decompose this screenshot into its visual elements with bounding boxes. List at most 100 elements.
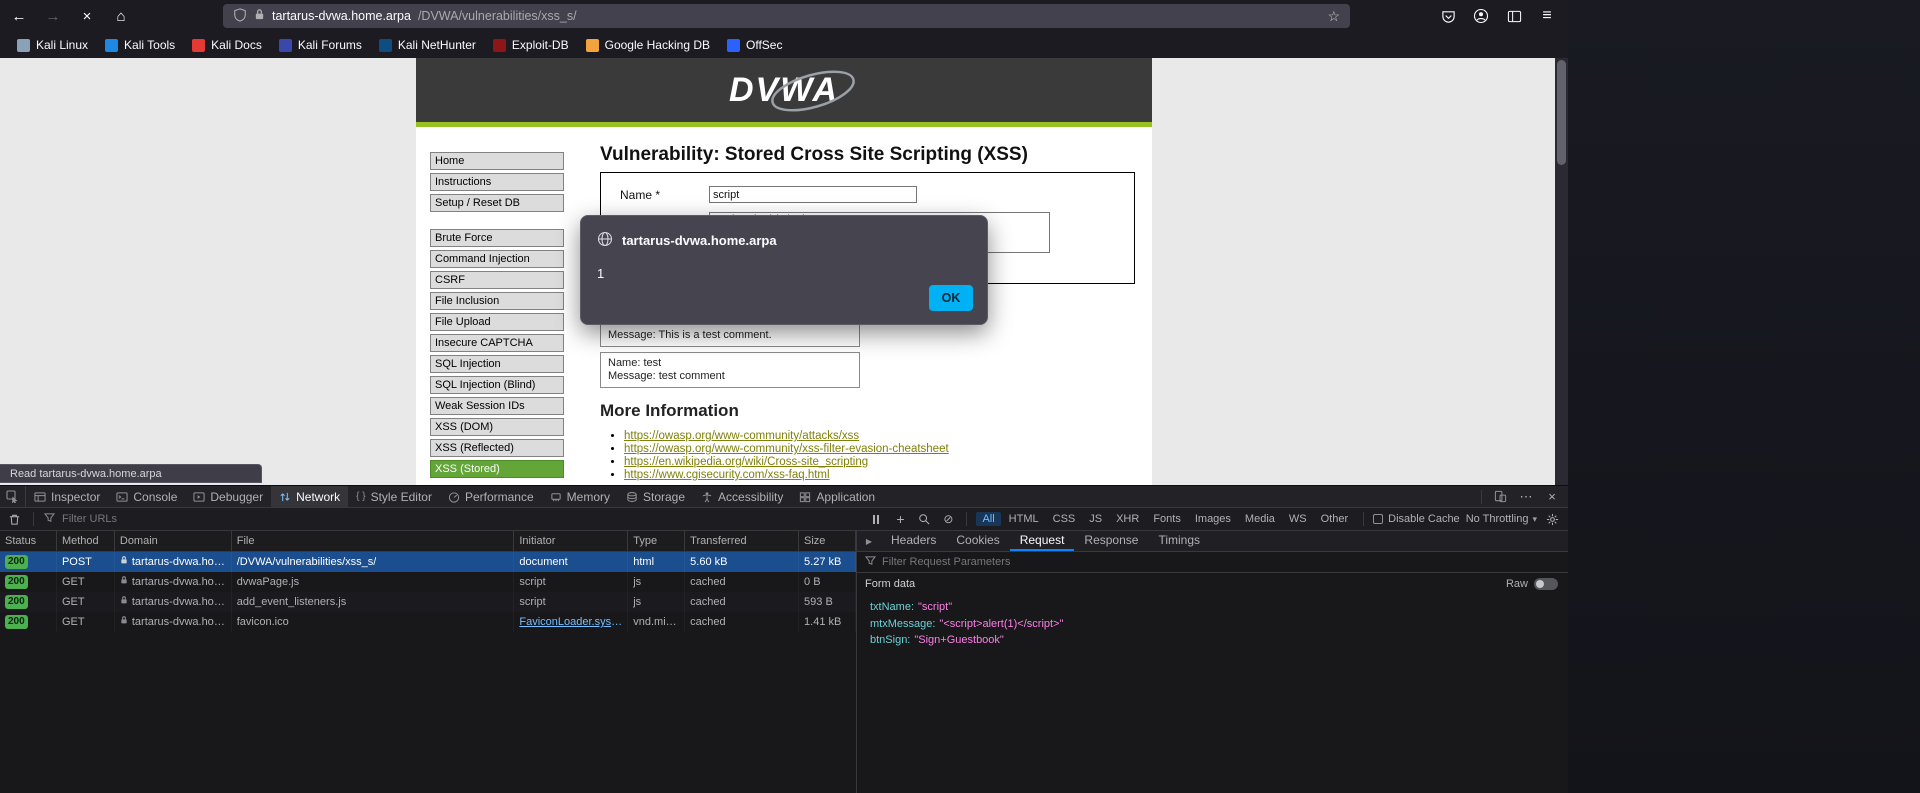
tab-style-editor[interactable]: { } Style Editor bbox=[348, 486, 440, 507]
raw-toggle[interactable] bbox=[1534, 577, 1558, 590]
account-icon[interactable] bbox=[1468, 3, 1494, 29]
bookmark-kali-tools[interactable]: Kali Tools bbox=[98, 36, 182, 54]
network-request-row[interactable]: 200 GET tartarus-dvwa.home… add_event_li… bbox=[0, 592, 856, 612]
clear-requests-icon[interactable] bbox=[5, 510, 23, 528]
column-status[interactable]: Status bbox=[0, 531, 57, 551]
menu-item-csrf[interactable]: CSRF bbox=[430, 271, 564, 289]
search-icon[interactable] bbox=[915, 510, 933, 528]
menu-item-xss-reflected[interactable]: XSS (Reflected) bbox=[430, 439, 564, 457]
new-request-icon[interactable]: + bbox=[891, 510, 909, 528]
filter-js[interactable]: JS bbox=[1083, 512, 1108, 526]
wikipedia-xss-link[interactable]: https://en.wikipedia.org/wiki/Cross-site… bbox=[624, 456, 868, 468]
tab-performance[interactable]: Performance bbox=[440, 486, 542, 507]
menu-item-sql-injection-blind[interactable]: SQL Injection (Blind) bbox=[430, 376, 564, 394]
disable-cache-checkbox[interactable] bbox=[1373, 514, 1384, 524]
pause-recording-icon[interactable] bbox=[867, 510, 885, 528]
initiator-link[interactable]: FaviconLoader.sys.mjs:1… bbox=[519, 612, 622, 632]
menu-item-file-upload[interactable]: File Upload bbox=[430, 313, 564, 331]
menu-item-setup-reset-db[interactable]: Setup / Reset DB bbox=[430, 194, 564, 212]
column-method[interactable]: Method bbox=[57, 531, 115, 551]
bookmark-kali-docs[interactable]: Kali Docs bbox=[185, 36, 269, 54]
menu-item-insecure-captcha[interactable]: Insecure CAPTCHA bbox=[430, 334, 564, 352]
home-button[interactable]: ⌂ bbox=[108, 3, 134, 29]
menu-item-sql-injection[interactable]: SQL Injection bbox=[430, 355, 564, 373]
tab-cookies[interactable]: Cookies bbox=[946, 531, 1009, 551]
devtools-meatball-menu-icon[interactable]: ⋯ bbox=[1515, 486, 1537, 508]
param-row[interactable]: mtxMessage: "<script>alert(1)</script>" bbox=[870, 616, 1568, 633]
menu-item-xss-dom[interactable]: XSS (DOM) bbox=[430, 418, 564, 436]
filter-request-parameters-input[interactable] bbox=[882, 556, 1062, 568]
tab-response[interactable]: Response bbox=[1074, 531, 1148, 551]
filter-xhr[interactable]: XHR bbox=[1110, 512, 1145, 526]
column-transferred[interactable]: Transferred bbox=[685, 531, 800, 551]
network-request-row[interactable]: 200 GET tartarus-dvwa.home… dvwaPage.js … bbox=[0, 572, 856, 592]
owasp-filter-evasion-link[interactable]: https://owasp.org/www-community/xss-filt… bbox=[624, 443, 949, 455]
tab-console[interactable]: Console bbox=[108, 486, 185, 507]
column-type[interactable]: Type bbox=[628, 531, 686, 551]
back-button[interactable]: ← bbox=[6, 3, 32, 29]
filter-other[interactable]: Other bbox=[1315, 512, 1355, 526]
tab-memory[interactable]: Memory bbox=[542, 486, 618, 507]
bookmark-star-icon[interactable]: ☆ bbox=[1327, 8, 1340, 25]
column-file[interactable]: File bbox=[232, 531, 515, 551]
tab-accessibility[interactable]: Accessibility bbox=[693, 486, 791, 507]
param-row[interactable]: txtName: "script" bbox=[870, 599, 1568, 616]
tab-application[interactable]: Application bbox=[791, 486, 883, 507]
filter-urls-input[interactable] bbox=[62, 513, 182, 525]
owasp-xss-link[interactable]: https://owasp.org/www-community/attacks/… bbox=[624, 430, 859, 442]
bookmark-offsec[interactable]: OffSec bbox=[720, 36, 789, 54]
filter-images[interactable]: Images bbox=[1189, 512, 1237, 526]
name-field[interactable] bbox=[709, 186, 917, 203]
url-bar[interactable]: tartarus-dvwa.home.arpa/DVWA/vulnerabili… bbox=[223, 4, 1350, 28]
filter-fonts[interactable]: Fonts bbox=[1147, 512, 1187, 526]
column-initiator[interactable]: Initiator bbox=[514, 531, 629, 551]
filter-ws[interactable]: WS bbox=[1283, 512, 1313, 526]
filter-css[interactable]: CSS bbox=[1047, 512, 1082, 526]
bookmark-google-hacking-db[interactable]: Google Hacking DB bbox=[579, 36, 717, 54]
menu-item-brute-force[interactable]: Brute Force bbox=[430, 229, 564, 247]
menu-item-xss-stored[interactable]: XSS (Stored) bbox=[430, 460, 564, 478]
tab-timings[interactable]: Timings bbox=[1148, 531, 1210, 551]
bookmark-kali-nethunter[interactable]: Kali NetHunter bbox=[372, 36, 483, 54]
split-pane-icon[interactable]: ▶ bbox=[857, 531, 881, 551]
tab-inspector[interactable]: Inspector bbox=[26, 486, 108, 507]
sidebar-icon[interactable] bbox=[1501, 3, 1527, 29]
bookmark-kali-forums[interactable]: Kali Forums bbox=[272, 36, 369, 54]
disable-cache-control[interactable]: Disable Cache bbox=[1373, 513, 1460, 525]
lock-icon[interactable] bbox=[254, 8, 265, 24]
bookmark-exploit-db[interactable]: Exploit-DB bbox=[486, 36, 576, 54]
menu-item-home[interactable]: Home bbox=[430, 152, 564, 170]
network-settings-gear-icon[interactable] bbox=[1543, 510, 1561, 528]
tab-network[interactable]: Network bbox=[271, 486, 349, 507]
filter-all[interactable]: All bbox=[976, 512, 1001, 526]
cgisecurity-faq-link[interactable]: https://www.cgisecurity.com/xss-faq.html bbox=[624, 469, 830, 481]
block-requests-icon[interactable]: ⊘ bbox=[939, 510, 957, 528]
save-to-pocket-icon[interactable] bbox=[1435, 3, 1461, 29]
shield-icon[interactable] bbox=[233, 7, 247, 25]
menu-item-file-inclusion[interactable]: File Inclusion bbox=[430, 292, 564, 310]
menu-item-instructions[interactable]: Instructions bbox=[430, 173, 564, 191]
scrollbar-thumb[interactable] bbox=[1557, 60, 1566, 165]
menu-item-command-injection[interactable]: Command Injection bbox=[430, 250, 564, 268]
pick-element-icon[interactable] bbox=[0, 486, 26, 507]
throttling-dropdown[interactable]: No Throttling ▾ bbox=[1466, 513, 1537, 525]
forward-button[interactable]: → bbox=[40, 3, 66, 29]
filter-media[interactable]: Media bbox=[1239, 512, 1281, 526]
bookmark-kali-linux[interactable]: Kali Linux bbox=[10, 36, 95, 54]
menu-icon[interactable]: ≡ bbox=[1534, 3, 1560, 29]
ok-button[interactable]: OK bbox=[929, 285, 973, 311]
column-domain[interactable]: Domain bbox=[115, 531, 232, 551]
tab-storage[interactable]: Storage bbox=[618, 486, 693, 507]
menu-item-weak-session-ids[interactable]: Weak Session IDs bbox=[430, 397, 564, 415]
responsive-design-icon[interactable] bbox=[1489, 486, 1511, 508]
page-scrollbar[interactable] bbox=[1555, 58, 1568, 485]
filter-html[interactable]: HTML bbox=[1003, 512, 1045, 526]
network-request-row[interactable]: 200 POST tartarus-dvwa.home… /DVWA/vulne… bbox=[0, 552, 856, 572]
tab-request[interactable]: Request bbox=[1009, 531, 1075, 551]
tab-debugger[interactable]: Debugger bbox=[185, 486, 271, 507]
stop-button[interactable]: × bbox=[74, 3, 100, 29]
column-size[interactable]: Size bbox=[799, 531, 856, 551]
param-row[interactable]: btnSign: "Sign+Guestbook" bbox=[870, 632, 1568, 649]
tab-headers[interactable]: Headers bbox=[881, 531, 946, 551]
network-request-row[interactable]: 200 GET tartarus-dvwa.home… favicon.ico … bbox=[0, 612, 856, 632]
